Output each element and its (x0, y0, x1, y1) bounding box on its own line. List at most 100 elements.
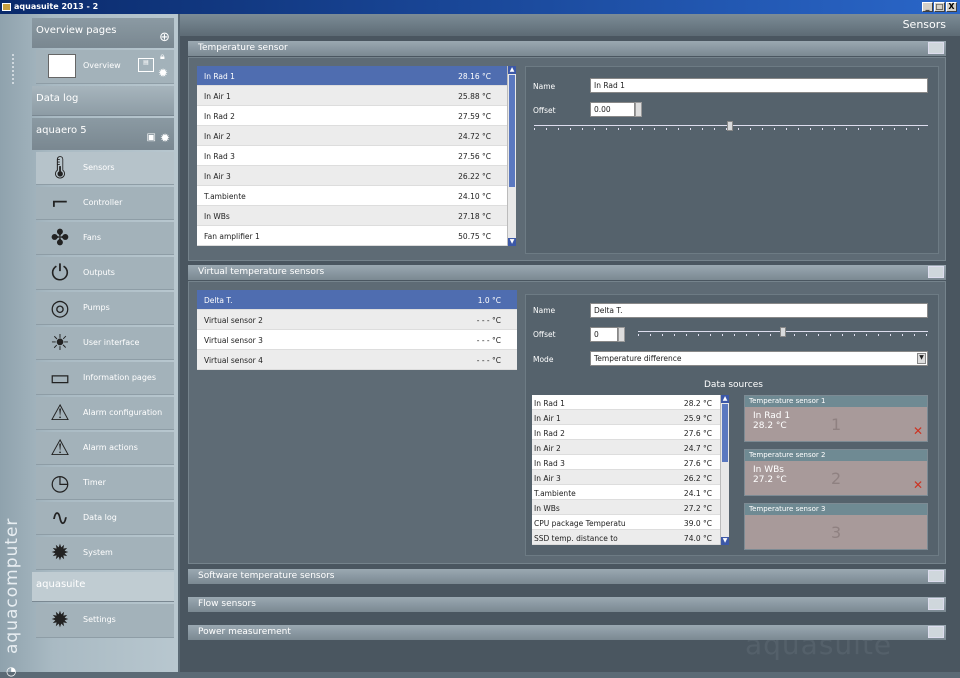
virtual-sensors-panel-header[interactable]: Virtual temperature sensors (188, 265, 946, 280)
remove-icon[interactable]: ✕ (913, 478, 923, 492)
sidebar-item-label: Fans (83, 233, 102, 242)
scroll-down-icon[interactable]: ▼ (508, 238, 516, 246)
sidebar-item-system[interactable]: ✹ System (36, 537, 174, 570)
timer-icon: ◷ (50, 471, 70, 496)
temperature-source-slot[interactable]: Temperature sensor 3 3 (744, 503, 928, 550)
sidebar-item-data-log[interactable]: ∿ Data log (36, 502, 174, 535)
list-item[interactable]: In Air 2 24.7 °C (532, 440, 720, 455)
list-item[interactable]: In Air 3 26.22 °C (197, 166, 507, 186)
slot-body[interactable]: In WBs 27.2 °C 2 ✕ (745, 461, 927, 495)
list-item[interactable]: In Rad 2 27.6 °C (532, 425, 720, 440)
offset-spinner[interactable] (635, 102, 642, 117)
list-item[interactable]: In Rad 2 27.59 °C (197, 106, 507, 126)
sources-scrollbar[interactable]: ▲ ▼ (720, 395, 729, 545)
list-item[interactable]: SSD temp. distance to 74.0 °C (532, 530, 720, 545)
slider-thumb[interactable] (780, 327, 787, 337)
expand-toggle-icon[interactable] (928, 570, 944, 582)
temperature-source-slot[interactable]: Temperature sensor 2 In WBs 27.2 °C 2 ✕ (744, 449, 928, 496)
list-item[interactable]: Fan amplifier 1 50.75 °C (197, 226, 507, 246)
sidebar-section-app[interactable]: aquasuite (32, 572, 174, 602)
collapse-toggle-icon[interactable] (928, 42, 944, 54)
scroll-thumb[interactable] (509, 75, 515, 187)
sidebar-item-overview[interactable]: Overview ▤ 🔒︎ ✹ (36, 50, 174, 84)
save-icon[interactable]: ▣ (147, 132, 156, 143)
list-item[interactable]: In Rad 3 27.56 °C (197, 146, 507, 166)
list-item[interactable]: In Rad 1 28.2 °C (532, 395, 720, 410)
slider-tick (666, 128, 667, 130)
remove-icon[interactable]: ✕ (913, 424, 923, 438)
sidebar-section-device[interactable]: aquaero 5 ▣ ✹ (32, 118, 174, 150)
scroll-up-icon[interactable]: ▲ (721, 395, 729, 403)
list-item[interactable]: In Air 1 25.88 °C (197, 86, 507, 106)
lock-icon[interactable]: 🔒︎ (160, 52, 165, 62)
virtual-offset-spinner[interactable] (618, 327, 625, 342)
sidebar-item-information-pages[interactable]: ▭ Information pages (36, 362, 174, 395)
slider-tick (618, 128, 619, 130)
collapse-toggle-icon[interactable] (928, 266, 944, 278)
temperature-list-scrollbar[interactable]: ▲ ▼ (507, 66, 516, 246)
item-value: 1.0 °C (477, 296, 501, 305)
virtual-name-input[interactable]: Delta T. (590, 303, 928, 318)
maximize-button[interactable]: □ (934, 2, 945, 12)
list-item[interactable]: Virtual sensor 2 - - - °C (197, 310, 517, 330)
sidebar-item-alarm-configuration[interactable]: ⚠ Alarm configuration (36, 397, 174, 430)
slider-tick (878, 334, 879, 336)
offset-input[interactable]: 0.00 (590, 102, 635, 117)
sidebar-section-datalog[interactable]: Data log (32, 86, 174, 116)
slot-body[interactable]: In Rad 1 28.2 °C 1 ✕ (745, 407, 927, 441)
list-item[interactable]: In Air 2 24.72 °C (197, 126, 507, 146)
slider-tick (926, 334, 927, 336)
item-value: - - - °C (476, 356, 501, 365)
add-page-icon[interactable]: ⊕ (159, 30, 170, 45)
offset-slider[interactable] (534, 121, 928, 131)
virtual-offset-input[interactable]: 0 (590, 327, 618, 342)
chevron-down-icon[interactable]: ▼ (917, 353, 926, 364)
list-item[interactable]: T.ambiente 24.10 °C (197, 186, 507, 206)
sidebar-item-timer[interactable]: ◷ Timer (36, 467, 174, 500)
software-sensors-panel-header[interactable]: Software temperature sensors (188, 569, 946, 584)
sidebar-item-sensors[interactable]: 🌡︎ Sensors (36, 152, 174, 185)
sensor-name-input[interactable]: In Rad 1 (590, 78, 928, 93)
list-item[interactable]: Virtual sensor 3 - - - °C (197, 330, 517, 350)
temperature-source-slot[interactable]: Temperature sensor 1 In Rad 1 28.2 °C 1 ✕ (744, 395, 928, 442)
export-icon[interactable]: ▤ (138, 58, 154, 72)
list-item[interactable]: In Air 1 25.9 °C (532, 410, 720, 425)
sidebar-item-fans[interactable]: ✤ Fans (36, 222, 174, 255)
sidebar-item-settings[interactable]: ✹ Settings (36, 604, 174, 638)
list-item[interactable]: In WBs 27.18 °C (197, 206, 507, 226)
temperature-sensor-panel-header[interactable]: Temperature sensor (188, 41, 946, 56)
sidebar-item-label: Pumps (83, 303, 110, 312)
sidebar-item-pumps[interactable]: ◎ Pumps (36, 292, 174, 325)
sidebar-item-alarm-actions[interactable]: ⚠ Alarm actions (36, 432, 174, 465)
device-gear-icon[interactable]: ✹ (160, 131, 170, 145)
slot-body[interactable]: 3 (745, 515, 927, 549)
sidebar-section-overview[interactable]: Overview pages ⊕ (32, 18, 174, 48)
list-item[interactable]: In Rad 1 28.16 °C (197, 66, 507, 86)
mode-select[interactable]: Temperature difference ▼ (590, 351, 928, 366)
expand-toggle-icon[interactable] (928, 598, 944, 610)
list-item[interactable]: T.ambiente 24.1 °C (532, 485, 720, 500)
minimize-button[interactable]: _ (922, 2, 933, 12)
settings-gear-icon[interactable]: ✹ (158, 66, 168, 80)
slider-thumb[interactable] (727, 121, 734, 131)
expand-toggle-icon[interactable] (928, 626, 944, 638)
rss-icon[interactable]: ◔ (6, 664, 20, 678)
sidebar-item-outputs[interactable]: ⏻ Outputs (36, 257, 174, 290)
virtual-offset-slider[interactable] (638, 327, 928, 337)
sidebar-grip[interactable] (12, 54, 24, 84)
scroll-thumb[interactable] (722, 404, 728, 462)
slider-tick (674, 334, 675, 336)
scroll-down-icon[interactable]: ▼ (721, 537, 729, 545)
sidebar-item-user-interface[interactable]: ☀ User interface (36, 327, 174, 360)
sidebar-item-controller[interactable]: ⌐ Controller (36, 187, 174, 220)
close-button[interactable]: X (946, 2, 957, 12)
list-item[interactable]: In WBs 27.2 °C (532, 500, 720, 515)
flow-sensors-panel-header[interactable]: Flow sensors (188, 597, 946, 612)
power-measurement-panel-header[interactable]: Power measurement (188, 625, 946, 640)
list-item[interactable]: Delta T. 1.0 °C (197, 290, 517, 310)
scroll-up-icon[interactable]: ▲ (508, 66, 516, 74)
list-item[interactable]: Virtual sensor 4 - - - °C (197, 350, 517, 370)
list-item[interactable]: In Air 3 26.2 °C (532, 470, 720, 485)
list-item[interactable]: CPU package Temperatu 39.0 °C (532, 515, 720, 530)
list-item[interactable]: In Rad 3 27.6 °C (532, 455, 720, 470)
